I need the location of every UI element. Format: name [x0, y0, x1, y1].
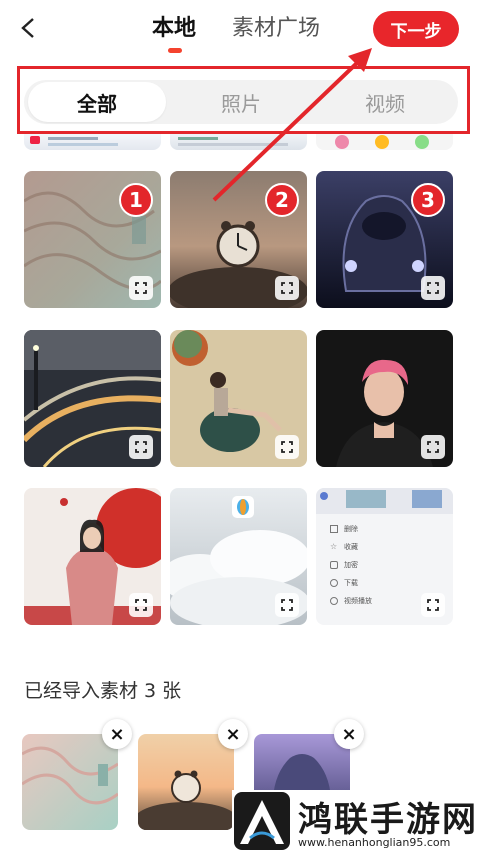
crop-icon[interactable]	[275, 593, 299, 617]
menu-item: ☆ 收藏	[330, 542, 358, 552]
menu-item: 下载	[316, 574, 453, 592]
crop-icon[interactable]	[275, 435, 299, 459]
close-icon: ×	[341, 723, 357, 745]
media-thumb-car[interactable]: 3	[316, 171, 453, 308]
media-thumb-menu-screenshot[interactable]: 删除 ☆ 收藏 加密 下载 视频播放	[316, 488, 453, 625]
download-icon	[330, 579, 338, 587]
imported-thumb[interactable]	[138, 734, 234, 830]
media-thumb-clouds[interactable]	[170, 488, 307, 625]
remove-imported-button[interactable]: ×	[334, 719, 364, 749]
crop-icon[interactable]	[129, 593, 153, 617]
menu-item: 加密	[316, 556, 453, 574]
selection-badge: 2	[265, 183, 299, 217]
annotation-highlight-box	[17, 66, 470, 134]
lock-icon	[330, 561, 338, 569]
media-thumb-highway[interactable]	[24, 330, 161, 467]
imported-thumb[interactable]	[22, 734, 118, 830]
chevron-left-icon	[21, 18, 34, 38]
tab-material-square[interactable]: 素材广场	[232, 14, 320, 44]
selection-badge: 1	[119, 183, 153, 217]
watermark-title: 鸿联手游网	[298, 800, 478, 840]
media-thumb-portrait-man[interactable]	[316, 330, 453, 467]
tab-local[interactable]: 本地	[152, 14, 196, 44]
next-step-button[interactable]: 下一步	[373, 11, 459, 47]
media-thumb-woman-chair[interactable]	[170, 330, 307, 467]
crop-icon[interactable]	[421, 593, 445, 617]
screenshot-topbar	[316, 488, 453, 514]
active-tab-indicator	[168, 48, 182, 53]
remove-imported-button[interactable]: ×	[102, 719, 132, 749]
close-icon: ×	[225, 723, 241, 745]
site-watermark: 鸿联手游网 www.henanhonglian95.com	[232, 790, 480, 853]
clock-image	[138, 734, 234, 830]
remove-imported-button[interactable]: ×	[218, 719, 248, 749]
crop-icon[interactable]	[129, 435, 153, 459]
media-thumb-partial[interactable]	[24, 134, 161, 150]
selection-badge: 3	[411, 183, 445, 217]
media-thumb-woman-coat[interactable]	[24, 488, 161, 625]
imported-count-title: 已经导入素材 3 张	[24, 680, 182, 702]
media-thumb-pattern[interactable]: 1	[24, 171, 161, 308]
star-icon: ☆	[330, 542, 338, 551]
watermark-logo	[234, 792, 290, 850]
watermark-url: www.henanhonglian95.com	[298, 836, 451, 849]
back-button[interactable]	[14, 14, 42, 42]
media-thumb-clock[interactable]: 2	[170, 171, 307, 308]
pattern-image	[22, 734, 118, 830]
crop-icon[interactable]	[275, 276, 299, 300]
crop-icon[interactable]	[421, 276, 445, 300]
crop-icon[interactable]	[129, 276, 153, 300]
play-icon	[330, 597, 338, 605]
media-thumb-partial[interactable]	[316, 134, 453, 150]
close-icon: ×	[109, 723, 125, 745]
media-thumb-partial[interactable]	[170, 134, 307, 150]
crop-icon[interactable]	[421, 435, 445, 459]
trash-icon	[330, 525, 338, 533]
menu-item: 删除	[316, 520, 453, 538]
